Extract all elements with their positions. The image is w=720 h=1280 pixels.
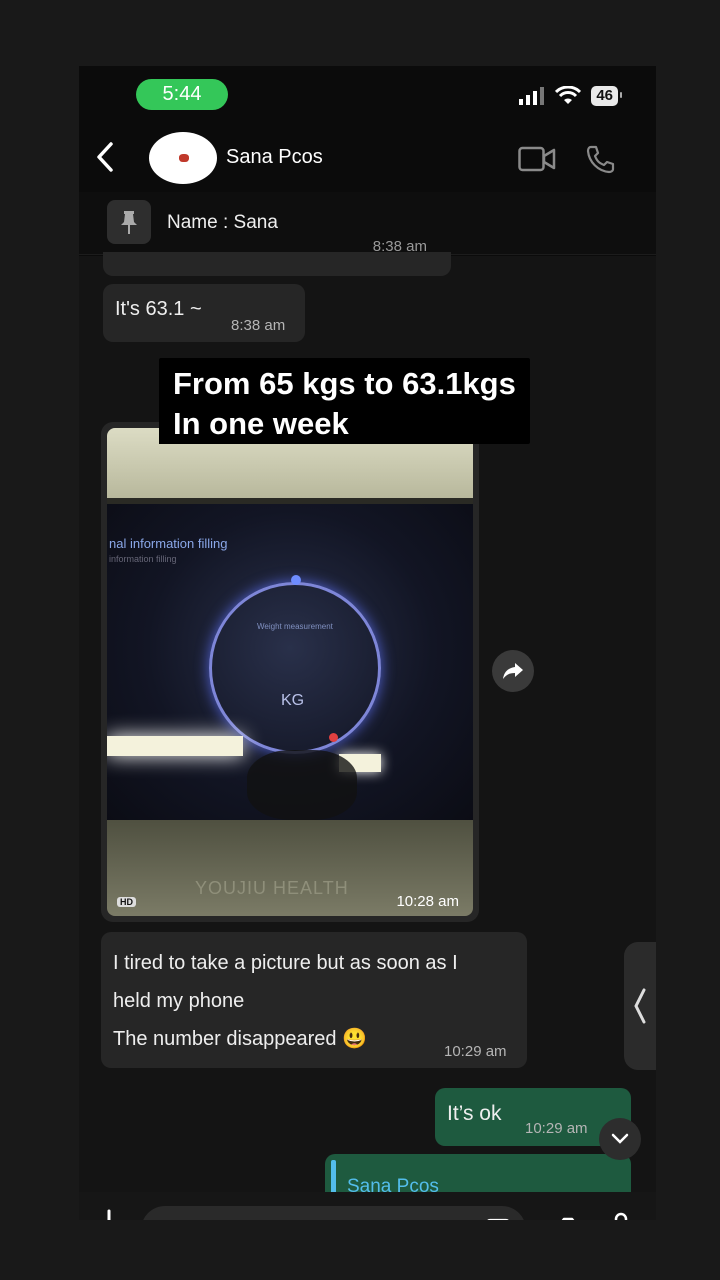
caption-line: From 65 kgs to 63.1kgs	[173, 366, 516, 401]
camera-icon[interactable]	[551, 1216, 585, 1220]
phone-icon[interactable]	[585, 144, 615, 174]
signal-icon	[519, 87, 545, 105]
scale-brand: YOUJIU HEALTH	[195, 878, 349, 898]
status-icons: 46	[519, 86, 622, 106]
gauge-label: Weight measurement	[257, 622, 333, 631]
back-chevron-icon[interactable]	[95, 140, 117, 174]
message-time: 10:29 am	[525, 1120, 588, 1137]
message-time: 8:38 am	[231, 317, 286, 334]
composer-bar	[79, 1192, 656, 1220]
avatar-mark	[179, 154, 189, 162]
message-bubble-cut[interactable]: 8:38 am	[103, 238, 451, 276]
forward-share-icon[interactable]	[492, 650, 534, 692]
pinned-message-bar[interactable]: Name : Sana	[79, 192, 656, 255]
light-glare	[107, 736, 243, 756]
chat-header: Sana Pcos	[79, 126, 656, 190]
battery-indicator: 46	[591, 86, 622, 106]
gauge-dot	[291, 575, 301, 585]
wifi-icon	[555, 86, 582, 104]
image-caption-overlay: From 65 kgs to 63.1kgs In one week	[159, 358, 530, 444]
phone-shadow	[247, 750, 357, 820]
gauge-marker	[329, 733, 338, 742]
hd-badge: HD	[117, 897, 136, 907]
side-panel-chevron-icon	[634, 988, 646, 1024]
photo-screen-title: nal information filling	[109, 536, 228, 551]
image-message[interactable]: nal information filling information fill…	[101, 422, 479, 922]
message-text: It's 63.1 ~	[115, 298, 202, 320]
chat-screen: 5:44 46 Sana Pcos Name: Sana 8:38 am It…	[79, 66, 656, 1220]
unit-label: KG	[281, 692, 305, 709]
message-text: I tired to take a picture but as soon as…	[113, 952, 458, 974]
message-text: It’s ok	[447, 1102, 502, 1125]
contact-name[interactable]: Sana Pcos	[226, 146, 323, 169]
scroll-down-button[interactable]	[599, 1118, 641, 1160]
message-time: 10:28 am	[396, 893, 459, 910]
message-bubble[interactable]: It's 63.1 ~ 8:38 am	[103, 284, 305, 342]
avatar[interactable]	[149, 132, 217, 184]
message-time: 8:38 am	[372, 238, 427, 255]
pinned-text: Name : Sana	[167, 212, 278, 233]
message-text: held my phone	[113, 990, 245, 1012]
message-time: 10:29 am	[444, 1043, 507, 1060]
side-panel-handle[interactable]	[624, 942, 656, 1070]
video-call-icon[interactable]	[518, 146, 556, 172]
photo-screen-subtitle: information filling	[109, 554, 177, 564]
pin-icon	[107, 200, 151, 244]
message-input[interactable]	[141, 1206, 526, 1220]
status-time: 5:44	[136, 79, 228, 110]
chevron-down-icon	[611, 1133, 629, 1144]
message-text: The number disappeared 😃	[113, 1028, 367, 1050]
sticker-icon[interactable]	[485, 1218, 511, 1220]
message-bubble[interactable]: I tired to take a picture but as soon as…	[101, 932, 527, 1068]
gauge-ring	[209, 582, 381, 754]
plus-icon[interactable]	[93, 1208, 125, 1220]
microphone-icon[interactable]	[609, 1212, 633, 1220]
caption-line: In one week	[173, 406, 349, 441]
scale-photo[interactable]: nal information filling information fill…	[107, 428, 473, 916]
